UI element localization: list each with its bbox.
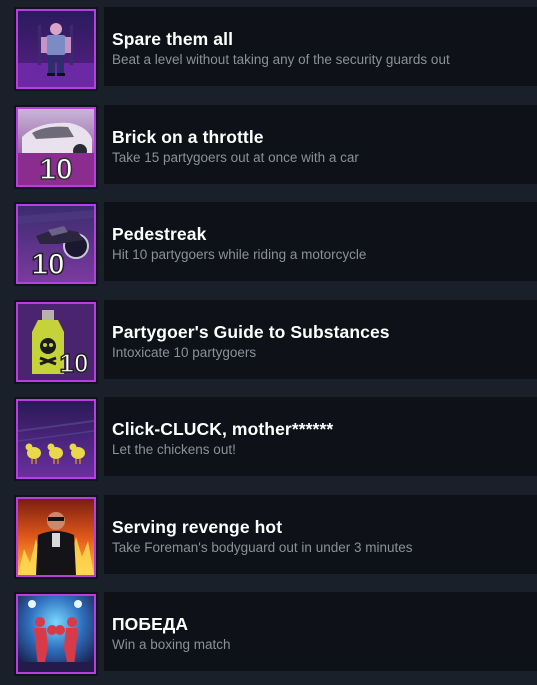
motorcycle-10-icon: 10 [16,204,96,284]
achievement-row[interactable]: Serving revenge hot Take Foreman's bodyg… [0,495,537,579]
achievement-text-cell: Brick on a throttle Take 15 partygoers o… [104,105,537,184]
achievement-title: Partygoer's Guide to Substances [112,322,390,342]
achievement-row[interactable]: 10 Brick on a throttle Take 15 partygoer… [0,105,537,189]
security-guard-icon [16,9,96,89]
boxing-match-icon [16,594,96,674]
achievement-text-cell: Pedestreak Hit 10 partygoers while ridin… [104,202,537,281]
achievement-description: Let the chickens out! [112,442,236,457]
achievement-title: Click-CLUCK, mother****** [112,419,334,439]
motorcycle-badge-number: 10 [31,248,64,281]
achievement-description: Beat a level without taking any of the s… [112,52,450,67]
achievement-row[interactable]: ПОБЕДА Win a boxing match [0,592,537,676]
achievement-icon-cell: 10 [14,105,98,189]
achievement-icon-cell [14,592,98,676]
bodyguard-fire-icon [16,497,96,577]
achievement-row[interactable]: Spare them all Beat a level without taki… [0,7,537,91]
achievement-description: Hit 10 partygoers while riding a motorcy… [112,247,367,262]
achievement-icon-cell [14,495,98,579]
achievement-title: Brick on a throttle [112,127,264,147]
achievement-text-cell: Click-CLUCK, mother****** Let the chicke… [104,397,537,476]
achievement-icon-cell: 10 [14,300,98,384]
achievement-title: Serving revenge hot [112,517,283,537]
achievement-title: Pedestreak [112,224,207,244]
achievement-row[interactable]: 10 Partygoer's Guide to Substances Intox… [0,300,537,384]
achievement-title: ПОБЕДА [112,614,189,634]
achievement-text-cell: Spare them all Beat a level without taki… [104,7,537,86]
achievement-description: Win a boxing match [112,637,231,652]
bottle-badge-number: 10 [60,348,89,378]
achievement-list: Spare them all Beat a level without taki… [0,0,537,685]
achievement-text-cell: Serving revenge hot Take Foreman's bodyg… [104,495,537,574]
achievement-row[interactable]: 10 Pedestreak Hit 10 partygoers while ri… [0,202,537,286]
achievement-title: Spare them all [112,29,234,49]
car-10-icon: 10 [16,107,96,187]
car-badge-number: 10 [39,153,72,185]
chickens-icon [16,399,96,479]
achievement-row[interactable]: Click-CLUCK, mother****** Let the chicke… [0,397,537,481]
achievement-description: Intoxicate 10 partygoers [112,345,257,360]
achievement-text-cell: ПОБЕДА Win a boxing match [104,592,537,671]
achievement-text-cell: Partygoer's Guide to Substances Intoxica… [104,300,537,379]
achievement-description: Take 15 partygoers out at once with a ca… [112,150,359,165]
achievement-icon-cell [14,397,98,481]
poison-bottle-10-icon: 10 [16,302,96,382]
achievement-icon-cell: 10 [14,202,98,286]
achievement-icon-cell [14,7,98,91]
achievement-description: Take Foreman's bodyguard out in under 3 … [112,540,413,555]
